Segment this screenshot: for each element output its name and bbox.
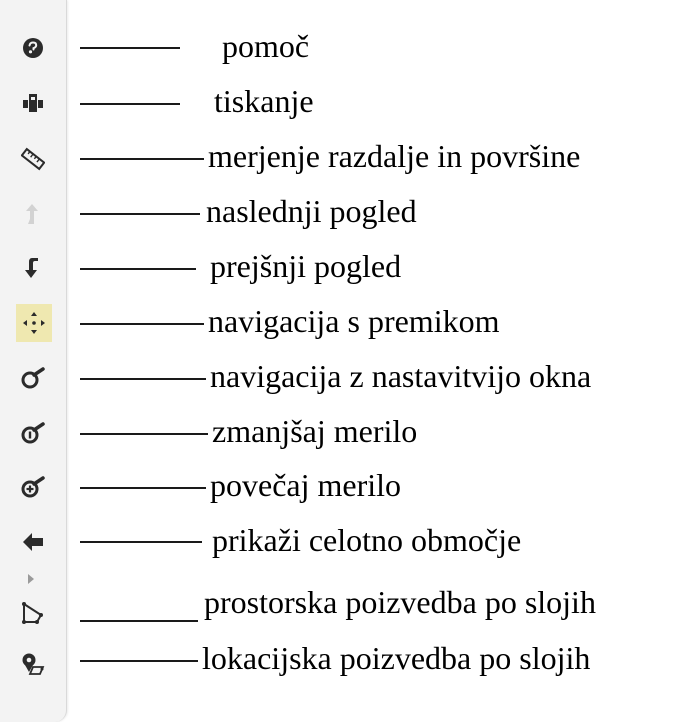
label-zoom-in: povečaj merilo	[210, 467, 402, 503]
printer-icon	[21, 91, 45, 115]
connector-line	[80, 541, 202, 543]
full-extent-button[interactable]	[14, 523, 52, 561]
connector-line	[80, 487, 206, 489]
pan-icon	[22, 311, 46, 335]
connector-line	[80, 620, 198, 622]
help-icon	[21, 36, 45, 60]
zoom-box-button[interactable]	[14, 359, 52, 397]
full-extent-icon	[21, 530, 45, 554]
previous-view-icon	[21, 256, 45, 280]
label-previous-view: prejšnji pogled	[210, 248, 402, 284]
next-view-icon	[21, 202, 45, 226]
print-button[interactable]	[14, 84, 52, 122]
next-view-button[interactable]	[14, 195, 52, 233]
label-zoom-box: navigacija z nastavitvijo okna	[210, 358, 592, 394]
previous-view-button[interactable]	[14, 249, 52, 287]
label-measure: merjenje razdalje in površine	[208, 138, 581, 174]
connector-line	[80, 47, 180, 49]
connector-line	[80, 268, 196, 270]
label-spatial-query: prostorska poizvedba po slojih	[204, 584, 596, 620]
label-full-extent: prikaži celotno območje	[212, 522, 522, 558]
spatial-query-button[interactable]	[14, 594, 52, 632]
zoom-out-icon	[21, 421, 45, 445]
map-toolbar	[0, 0, 67, 722]
label-next-view: naslednji pogled	[206, 193, 417, 229]
pan-button[interactable]	[16, 304, 52, 342]
connector-line	[80, 103, 180, 105]
zoom-in-icon	[21, 475, 45, 499]
measure-button[interactable]	[14, 140, 52, 178]
connector-line	[80, 660, 198, 662]
expand-arrow-icon[interactable]	[24, 572, 38, 586]
zoom-out-button[interactable]	[14, 414, 52, 452]
connector-line	[80, 158, 204, 160]
label-print: tiskanje	[214, 83, 314, 119]
help-button[interactable]	[14, 29, 52, 67]
location-query-icon	[20, 652, 46, 676]
zoom-in-button[interactable]	[14, 468, 52, 506]
connector-line	[80, 323, 204, 325]
label-help: pomoč	[222, 28, 310, 64]
location-query-button[interactable]	[14, 645, 52, 683]
connector-line	[80, 213, 200, 215]
spatial-query-icon	[20, 601, 46, 625]
ruler-icon	[21, 147, 45, 171]
label-zoom-out: zmanjšaj merilo	[212, 413, 418, 449]
label-location-query: lokacijska poizvedba po slojih	[202, 640, 591, 676]
connector-line	[80, 378, 206, 380]
zoom-box-icon	[21, 366, 45, 390]
connector-line	[80, 433, 208, 435]
label-pan: navigacija s premikom	[208, 303, 500, 339]
